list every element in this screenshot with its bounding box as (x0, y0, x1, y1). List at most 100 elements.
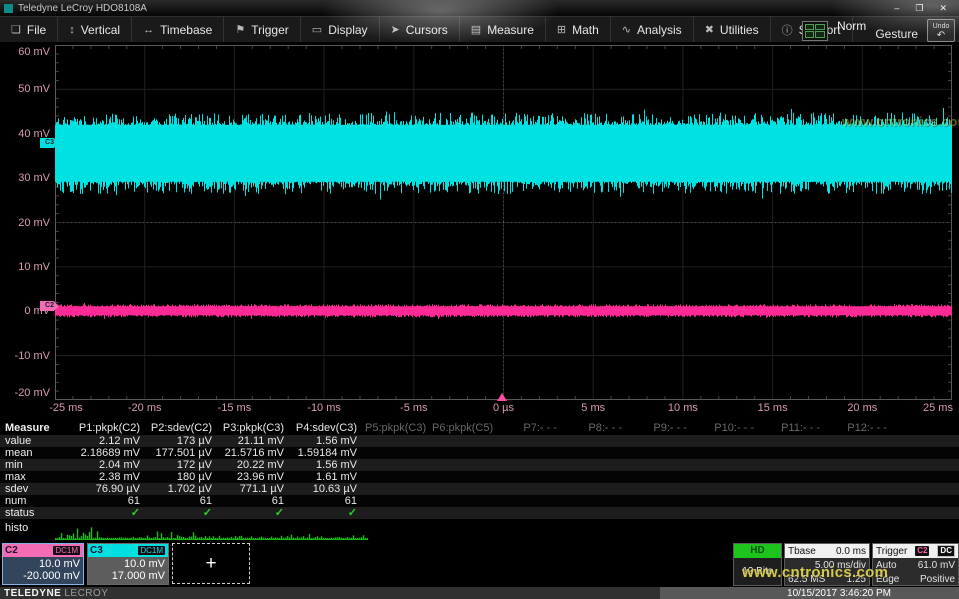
tbase-rate: 1.25 (847, 574, 866, 585)
status-check-icon: ✓ (58, 507, 148, 519)
trigger-time-marker[interactable] (497, 393, 507, 401)
measure-column-header-p10[interactable]: P10:- - - (695, 422, 762, 435)
measure-cell (630, 495, 695, 507)
menu-trigger[interactable]: ⚑Trigger (224, 17, 300, 42)
measure-column-header-p2[interactable]: P2:sdev(C2) (148, 422, 220, 435)
menu-cursors[interactable]: ➤Cursors (380, 17, 460, 42)
menu-measure[interactable]: ▤Measure (460, 17, 546, 42)
measure-column-header-p8[interactable]: P8:- - - (565, 422, 630, 435)
measure-cell (695, 447, 762, 459)
brand-teledyne: TELEDYNE (4, 588, 61, 599)
menu-file[interactable]: ❏File (0, 17, 58, 42)
measure-cell: 1.61 mV (292, 471, 365, 483)
menu-analysis[interactable]: ∿Analysis (611, 17, 694, 42)
measure-cell: 180 µV (148, 471, 220, 483)
measure-cell (432, 435, 500, 447)
measure-column-header-p6[interactable]: P6:pkpk(C5) (432, 422, 500, 435)
trigger-source-badge: C2 (915, 546, 929, 556)
measure-column-header-p9[interactable]: P9:- - - (630, 422, 695, 435)
minimize-button[interactable]: – (894, 3, 899, 14)
x-axis-tick-label: 15 ms (758, 402, 788, 414)
channel-c2-header: C2 DC1M (3, 544, 83, 557)
channel-c3-values: 10.0 mV17.000 mV (88, 557, 168, 584)
measure-column-header-p12[interactable]: P12:- - - (828, 422, 895, 435)
timebase-descriptor-box[interactable]: Tbase 0.0 ms 5.00 ms/div 62.5 MS 1.25 (784, 543, 870, 586)
y-axis-tick-label: 30 mV (0, 172, 50, 184)
close-button[interactable]: ✕ (939, 3, 947, 14)
math-menu-icon: ⊞ (557, 23, 566, 36)
measure-title: Measure (0, 422, 58, 435)
support-menu-icon: ⓘ (782, 22, 793, 38)
status-check-icon: ✓ (148, 507, 220, 519)
measure-cell: 23.96 mV (220, 471, 292, 483)
measure-cell (630, 447, 695, 459)
measure-cell: 61 (292, 495, 365, 507)
measure-column-header-p7[interactable]: P7:- - - (500, 422, 565, 435)
x-axis-tick-label: -10 ms (307, 402, 341, 414)
tbase-label: Tbase (788, 546, 816, 557)
measure-row-status: status✓✓✓✓ (0, 507, 959, 519)
measure-cell: 177.501 µV (148, 447, 220, 459)
measure-cell (565, 471, 630, 483)
analysis-menu-icon: ∿ (622, 23, 631, 36)
measure-column-header-p11[interactable]: P11:- - - (762, 422, 828, 435)
add-trace-button[interactable]: + (172, 543, 250, 584)
menu-file-label: File (27, 23, 46, 37)
menu-vertical[interactable]: ↕Vertical (58, 17, 132, 42)
menu-timebase[interactable]: ↔Timebase (132, 17, 224, 42)
restore-button[interactable]: ❐ (915, 3, 923, 14)
x-axis-tick-label: -25 ms (49, 402, 83, 414)
measure-column-header-p4[interactable]: P4:sdev(C3) (292, 422, 365, 435)
measure-cell: 172 µV (148, 459, 220, 471)
coupling-badge: DC1M (52, 545, 81, 556)
channel-id-label: C2 (5, 545, 18, 556)
measure-row-label: min (0, 459, 58, 471)
app-icon (4, 4, 13, 13)
channel-id-label: C3 (90, 545, 103, 556)
measure-cell (432, 471, 500, 483)
measure-cell (695, 483, 762, 495)
norm-label[interactable]: Norm (837, 19, 866, 33)
window-controls: – ❐ ✕ (894, 3, 955, 14)
y-axis-tick-label: 40 mV (0, 128, 50, 140)
measure-column-header-p3[interactable]: P3:pkpk(C3) (220, 422, 292, 435)
measure-cell (828, 459, 895, 471)
y-axis-tick-label: -10 mV (0, 350, 50, 362)
measure-cell: 1.59184 mV (292, 447, 365, 459)
measure-header-row: MeasureP1:pkpk(C2)P2:sdev(C2)P3:pkpk(C3)… (0, 422, 959, 435)
window-title: Teledyne LeCroy HDO8108A (18, 3, 147, 14)
measure-cell (432, 447, 500, 459)
grid-display-icon[interactable] (802, 21, 828, 41)
y-axis-tick-label: -20 mV (0, 387, 50, 399)
trigger-descriptor-box[interactable]: Trigger C2 DC Auto 61.0 mV Edge Positive (872, 543, 959, 586)
menu-math[interactable]: ⊞Math (546, 17, 611, 42)
gesture-label[interactable]: Gesture (875, 27, 918, 41)
channel-c3-header: C3DC1M (88, 544, 168, 557)
measure-row-label: value (0, 435, 58, 447)
undo-button[interactable]: Undo ↶ (927, 19, 955, 42)
utilities-menu-icon: ✖ (705, 23, 714, 36)
channel-c2-descriptor[interactable]: C2DC1M10.0 mV-20.000 mV (2, 543, 84, 585)
x-axis-tick-label: 20 ms (847, 402, 877, 414)
status-check-icon (828, 507, 895, 519)
measure-row-value: value2.12 mV173 µV21.11 mV1.56 mV (0, 435, 959, 447)
waveform-display-area[interactable] (55, 45, 952, 400)
measure-cell (365, 447, 432, 459)
measure-cell: 173 µV (148, 435, 220, 447)
cursors-menu-icon: ➤ (391, 23, 400, 36)
x-axis-tick-label: -15 ms (218, 402, 252, 414)
measure-row-label: mean (0, 447, 58, 459)
measure-row-label: status (0, 507, 58, 519)
channel-offset: -20.000 mV (3, 570, 80, 582)
measure-row-max: max2.38 mV180 µV23.96 mV1.61 mV (0, 471, 959, 483)
channel-c3-descriptor[interactable]: C3DC1M10.0 mV17.000 mV (87, 543, 169, 585)
measure-row-label: num (0, 495, 58, 507)
hd-mode-box[interactable]: HD 12 Bits (733, 543, 782, 586)
menu-display[interactable]: ▭Display (301, 17, 380, 42)
measure-column-header-p1[interactable]: P1:pkpk(C2) (58, 422, 148, 435)
menu-utilities[interactable]: ✖Utilities (694, 17, 771, 42)
measure-column-header-p5[interactable]: P5:pkpk(C3) (365, 422, 432, 435)
menu-display-label: Display (328, 23, 367, 37)
window-titlebar: Teledyne LeCroy HDO8108A – ❐ ✕ (0, 0, 959, 16)
measure-cell (762, 435, 828, 447)
